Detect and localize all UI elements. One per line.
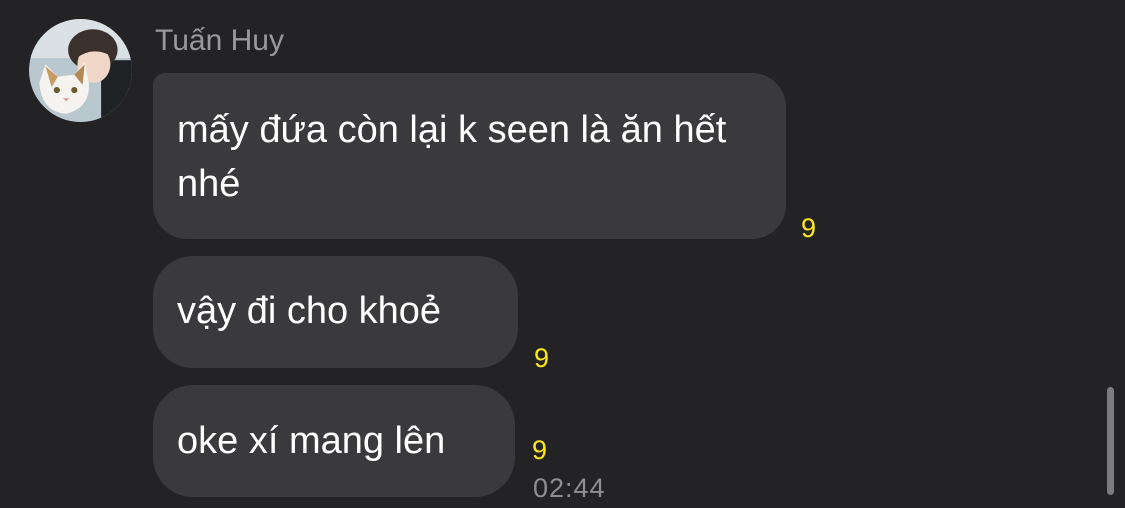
- seen-count: 9: [532, 435, 548, 465]
- message-text: mấy đứa còn lại k seen là ăn hết nhé: [177, 109, 727, 205]
- message-bubble[interactable]: oke xí mang lên: [153, 385, 515, 497]
- message-bubble[interactable]: mấy đứa còn lại k seen là ăn hết nhé: [153, 73, 786, 239]
- seen-count: 9: [534, 343, 550, 373]
- message-text: oke xí mang lên: [177, 420, 446, 462]
- scrollbar-thumb[interactable]: [1107, 387, 1114, 495]
- message-bubble[interactable]: vậy đi cho khoẻ: [153, 256, 518, 368]
- message-text: vậy đi cho khoẻ: [177, 290, 442, 332]
- sender-name: Tuấn Huy: [155, 24, 284, 57]
- seen-count: 9: [801, 213, 817, 243]
- sender-avatar[interactable]: [29, 19, 132, 122]
- avatar-photo: [29, 19, 132, 122]
- message-timestamp: 02:44: [533, 473, 606, 503]
